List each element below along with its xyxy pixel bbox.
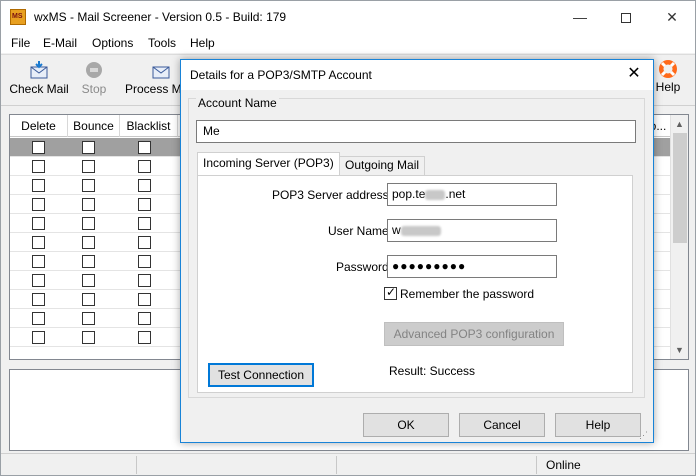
resize-grip-icon[interactable]: ⋰: [639, 430, 648, 441]
ok-button[interactable]: OK: [363, 413, 449, 437]
scrollbar-thumb[interactable]: [673, 133, 687, 243]
menu-email[interactable]: E-Mail: [43, 36, 77, 50]
minimize-button[interactable]: —: [557, 1, 603, 33]
account-name-input[interactable]: Me: [196, 120, 636, 143]
title-bar: wxMS - Mail Screener - Version 0.5 - Bui…: [1, 1, 695, 33]
blacklist-checkbox[interactable]: [138, 312, 151, 325]
user-name-input[interactable]: w: [387, 219, 557, 242]
col-header-bounce[interactable]: Bounce: [68, 115, 120, 137]
lifebuoy-icon: [659, 60, 677, 78]
scroll-down-icon[interactable]: ▼: [675, 345, 684, 355]
status-segment: [337, 456, 537, 474]
bounce-checkbox[interactable]: [82, 293, 95, 306]
bounce-checkbox[interactable]: [82, 255, 95, 268]
delete-checkbox[interactable]: [32, 198, 45, 211]
menu-file[interactable]: File: [11, 36, 30, 50]
pop3-server-input[interactable]: pop.te .net: [387, 183, 557, 206]
help-button[interactable]: Help: [555, 413, 641, 437]
app-logo-icon: [10, 9, 26, 25]
maximize-button[interactable]: [603, 1, 649, 33]
blacklist-checkbox[interactable]: [138, 160, 151, 173]
envelope-process-icon: [152, 66, 170, 79]
advanced-pop3-button[interactable]: Advanced POP3 configuration: [384, 322, 564, 346]
password-input[interactable]: ●●●●●●●●●: [387, 255, 557, 278]
connection-result: Result: Success: [389, 364, 476, 378]
help-toolbar-label: Help: [655, 80, 681, 94]
menu-bar: File E-Mail Options Tools Help: [1, 33, 695, 53]
account-details-dialog: Details for a POP3/SMTP Account ✕ Accoun…: [180, 59, 654, 443]
blacklist-checkbox[interactable]: [138, 255, 151, 268]
delete-checkbox[interactable]: [32, 293, 45, 306]
tab-outgoing-mail[interactable]: Outgoing Mail: [339, 156, 426, 175]
user-name-value-start: w: [392, 223, 401, 237]
blacklist-checkbox[interactable]: [138, 179, 151, 192]
help-toolbar-button[interactable]: Help: [651, 59, 685, 105]
remember-password-label[interactable]: Remember the password: [400, 287, 534, 301]
delete-checkbox[interactable]: [32, 236, 45, 249]
bounce-checkbox[interactable]: [82, 217, 95, 230]
check-mail-label: Check Mail: [9, 82, 69, 96]
blacklist-checkbox[interactable]: [138, 331, 151, 344]
blacklist-checkbox[interactable]: [138, 236, 151, 249]
close-window-button[interactable]: ✕: [649, 1, 695, 33]
envelope-download-icon: [30, 61, 48, 79]
menu-options[interactable]: Options: [92, 36, 133, 50]
bounce-checkbox[interactable]: [82, 179, 95, 192]
menu-tools[interactable]: Tools: [148, 36, 176, 50]
incoming-server-panel: POP3 Server address: pop.te .net User Nam…: [197, 175, 633, 393]
blacklist-checkbox[interactable]: [138, 217, 151, 230]
blacklist-checkbox[interactable]: [138, 274, 151, 287]
delete-checkbox[interactable]: [32, 331, 45, 344]
bounce-checkbox[interactable]: [82, 331, 95, 344]
cancel-button[interactable]: Cancel: [459, 413, 545, 437]
user-name-label: User Name:: [327, 224, 392, 238]
dialog-close-icon[interactable]: ✕: [624, 65, 644, 85]
bounce-checkbox[interactable]: [82, 141, 95, 154]
pop3-server-value-start: pop.te: [392, 187, 426, 201]
blacklist-checkbox[interactable]: [138, 293, 151, 306]
menu-help[interactable]: Help: [190, 36, 215, 50]
delete-checkbox[interactable]: [32, 255, 45, 268]
dialog-title-bar: Details for a POP3/SMTP Account ✕: [181, 60, 653, 90]
delete-checkbox[interactable]: [32, 312, 45, 325]
window-title: wxMS - Mail Screener - Version 0.5 - Bui…: [34, 10, 287, 24]
bounce-checkbox[interactable]: [82, 274, 95, 287]
grid-scrollbar[interactable]: ▲ ▼: [670, 115, 688, 359]
dialog-title: Details for a POP3/SMTP Account: [190, 68, 372, 82]
status-segment: [137, 456, 337, 474]
password-label: Password:: [335, 260, 392, 274]
maximize-icon: [621, 13, 631, 24]
bounce-checkbox[interactable]: [82, 198, 95, 211]
status-segment: [1, 456, 137, 474]
delete-checkbox[interactable]: [32, 217, 45, 230]
stop-icon: [86, 62, 102, 78]
status-bar: Online: [1, 453, 695, 475]
bounce-checkbox[interactable]: [82, 312, 95, 325]
col-header-delete[interactable]: Delete: [10, 115, 68, 137]
redacted-text: [425, 189, 446, 200]
redacted-text: [400, 225, 441, 236]
col-header-blacklist[interactable]: Blacklist: [120, 115, 178, 137]
blacklist-checkbox[interactable]: [138, 198, 151, 211]
tab-incoming-server[interactable]: Incoming Server (POP3): [197, 152, 340, 175]
pop3-server-value-end: .net: [445, 187, 466, 201]
test-connection-button[interactable]: Test Connection: [208, 363, 314, 387]
stop-label: Stop: [81, 82, 107, 96]
scroll-up-icon[interactable]: ▲: [675, 119, 684, 129]
bounce-checkbox[interactable]: [82, 160, 95, 173]
delete-checkbox[interactable]: [32, 160, 45, 173]
remember-password-checkbox[interactable]: [384, 285, 397, 300]
delete-checkbox[interactable]: [32, 141, 45, 154]
account-name-label: Account Name: [196, 96, 279, 110]
password-value: ●●●●●●●●●: [392, 259, 467, 273]
check-mail-button[interactable]: Check Mail: [7, 59, 71, 105]
blacklist-checkbox[interactable]: [138, 141, 151, 154]
status-online: Online: [546, 458, 581, 472]
pop3-server-label: POP3 Server address:: [271, 188, 392, 202]
delete-checkbox[interactable]: [32, 274, 45, 287]
delete-checkbox[interactable]: [32, 179, 45, 192]
stop-button[interactable]: Stop: [77, 59, 111, 105]
bounce-checkbox[interactable]: [82, 236, 95, 249]
